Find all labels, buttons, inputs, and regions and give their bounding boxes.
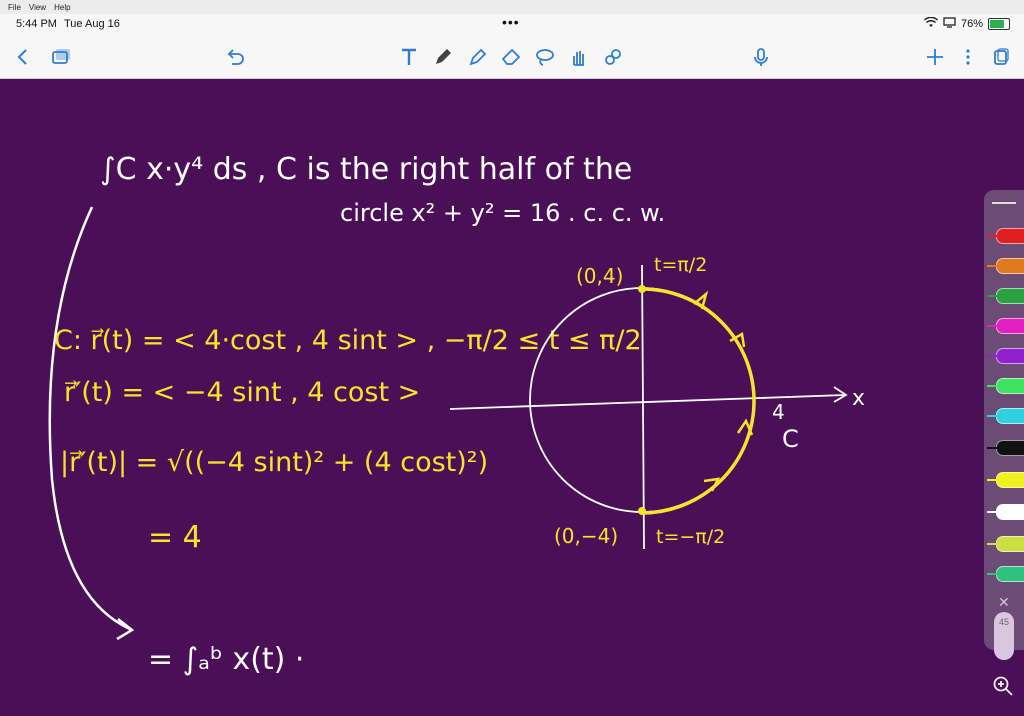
point-top bbox=[638, 285, 646, 293]
menu-file[interactable]: File bbox=[8, 3, 21, 12]
label-top-point: (0,4) bbox=[576, 264, 623, 288]
status-time: 5:44 PM bbox=[16, 18, 57, 30]
notes-toolbar bbox=[0, 36, 1024, 79]
page-indicator[interactable]: 45 bbox=[994, 612, 1014, 660]
pen-magenta[interactable] bbox=[987, 318, 1024, 334]
lasso-icon[interactable] bbox=[532, 44, 558, 70]
microphone-icon[interactable] bbox=[748, 44, 774, 70]
problem-line-2: circle x² + y² = 16 . c. c. w. bbox=[340, 199, 665, 227]
pen-black[interactable] bbox=[987, 440, 1024, 456]
label-bottom-point: (0,−4) bbox=[554, 524, 618, 548]
label-t-top: t=π/2 bbox=[654, 254, 707, 276]
pen-yellow[interactable] bbox=[987, 472, 1024, 488]
link-icon[interactable] bbox=[600, 44, 626, 70]
radius-four-label: 4 bbox=[772, 400, 785, 424]
pages-icon[interactable] bbox=[48, 44, 74, 70]
magnitude-line: |r⃗′(t)| = √((−4 sint)² + (4 cost)²) bbox=[60, 447, 488, 478]
x-axis-line bbox=[449, 394, 846, 410]
pen-orange[interactable] bbox=[987, 258, 1024, 274]
point-bottom bbox=[638, 507, 646, 515]
label-t-bottom: t=−π/2 bbox=[656, 526, 725, 548]
screen-mirror-icon bbox=[943, 17, 956, 31]
direction-arrow-lower bbox=[736, 418, 754, 436]
back-chevron-icon[interactable] bbox=[10, 44, 36, 70]
integral-line: = ∫ₐᵇ x(t) · bbox=[148, 642, 304, 677]
menu-view[interactable]: View bbox=[29, 3, 46, 12]
derivative-line: r⃗′(t) = < −4 sint , 4 cost > bbox=[64, 377, 420, 408]
pen-palette: ✕ bbox=[984, 190, 1024, 650]
pen-yellowgreen[interactable] bbox=[987, 536, 1024, 552]
pen-cyan[interactable] bbox=[987, 408, 1024, 424]
handwritten-notes: ∫C x·y⁴ ds , C is the right half of the … bbox=[48, 152, 865, 677]
battery-percent: 76% bbox=[960, 18, 983, 30]
pen-purple[interactable] bbox=[987, 348, 1024, 364]
menu-help[interactable]: Help bbox=[54, 3, 70, 12]
param-line: C: r⃗(t) = < 4·cost , 4 sint > , −π/2 ≤ … bbox=[54, 325, 642, 356]
app-menubar: File View Help bbox=[0, 0, 1024, 15]
zoom-icon[interactable] bbox=[991, 674, 1015, 698]
battery-icon bbox=[988, 18, 1010, 30]
close-icon[interactable]: ✕ bbox=[998, 594, 1010, 611]
text-tool-icon[interactable] bbox=[396, 44, 422, 70]
undo-icon[interactable] bbox=[222, 44, 248, 70]
x-axis-label: x bbox=[852, 386, 865, 411]
palette-handle[interactable] bbox=[992, 202, 1016, 204]
pen-green[interactable] bbox=[987, 288, 1024, 304]
curve-c-label: C bbox=[782, 425, 799, 453]
more-icon[interactable] bbox=[955, 44, 981, 70]
problem-line-1: ∫C x·y⁴ ds , C is the right half of the bbox=[100, 152, 632, 187]
status-bar: 5:44 PM Tue Aug 16 ••• 76% bbox=[0, 14, 1024, 36]
wifi-icon bbox=[923, 16, 938, 31]
eraser-icon[interactable] bbox=[498, 44, 524, 70]
pen-teal[interactable] bbox=[987, 566, 1024, 582]
status-date: Tue Aug 16 bbox=[64, 18, 120, 30]
highlighter-icon[interactable] bbox=[464, 44, 490, 70]
pen-lime[interactable] bbox=[987, 378, 1024, 394]
add-icon[interactable] bbox=[922, 44, 948, 70]
pen-white[interactable] bbox=[987, 504, 1024, 520]
shapes-hand-icon[interactable] bbox=[566, 44, 592, 70]
page-number: 45 bbox=[998, 617, 1009, 627]
flow-arrow bbox=[48, 206, 131, 631]
equals-four: = 4 bbox=[148, 520, 202, 555]
status-right: 76% bbox=[923, 16, 1010, 31]
note-canvas[interactable]: ∫C x·y⁴ ds , C is the right half of the … bbox=[0, 79, 1024, 716]
multitask-dots[interactable]: ••• bbox=[502, 14, 520, 30]
y-axis-line bbox=[641, 264, 645, 550]
pen-icon[interactable] bbox=[430, 44, 456, 70]
pen-red[interactable] bbox=[987, 228, 1024, 244]
export-icon[interactable] bbox=[988, 44, 1014, 70]
